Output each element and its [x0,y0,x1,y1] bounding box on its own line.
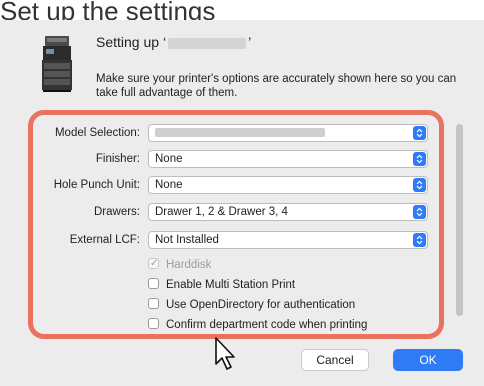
dialog-title: Setting up ‘ ’ [96,34,251,50]
highlight-frame [28,110,444,339]
cancel-button[interactable]: Cancel [301,349,369,371]
ok-button[interactable]: OK [393,349,463,371]
mouse-pointer-icon [215,337,235,370]
page-background: Set up the settings [0,0,484,26]
dialog-description: Make sure your printer's options are acc… [96,73,457,99]
dialog-title-suffix: ’ [248,34,252,50]
options-scrollbar[interactable] [456,124,463,316]
dialog-title-prefix: Setting up ‘ [96,34,167,50]
printer-icon [42,36,72,92]
blurred-printer-name [168,37,247,49]
